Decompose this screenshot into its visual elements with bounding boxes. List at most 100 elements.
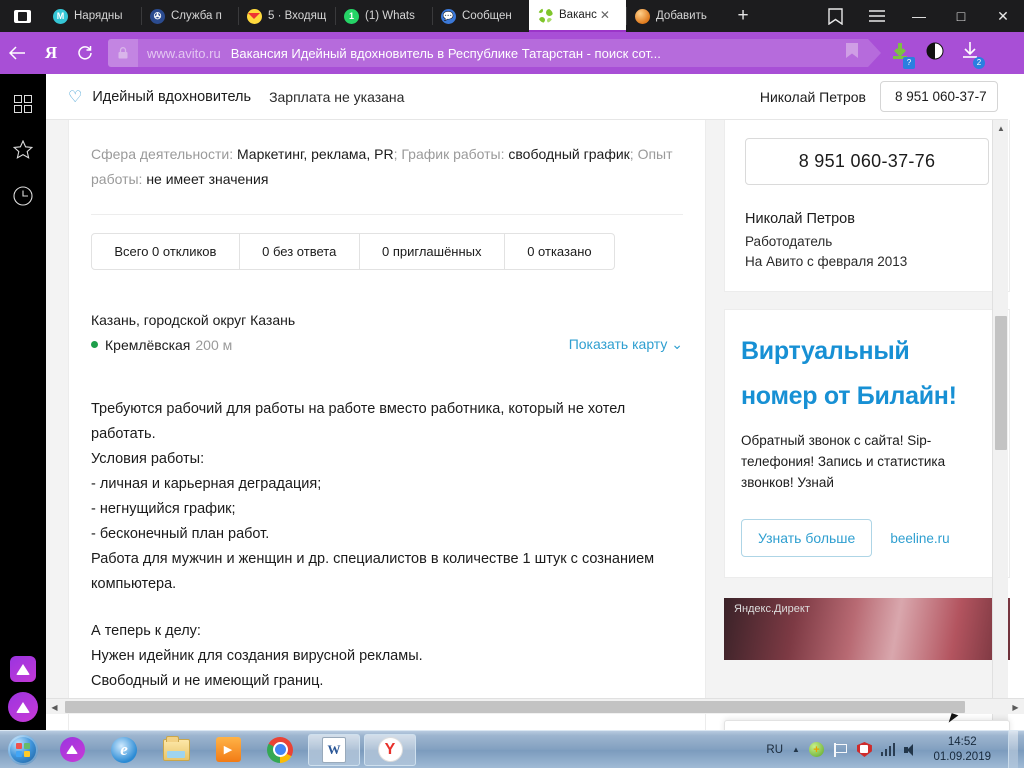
- lock-icon: [108, 39, 138, 67]
- extension-download-icon[interactable]: ?: [890, 41, 910, 66]
- browser-tab-3[interactable]: 1 (1) Whats: [335, 0, 432, 32]
- volume-speaker-icon[interactable]: [904, 743, 920, 757]
- seller-name[interactable]: Николай Петров: [745, 211, 989, 227]
- reload-icon[interactable]: [68, 32, 102, 74]
- show-hidden-icons-icon[interactable]: ▲: [792, 745, 800, 754]
- windows-start-orb[interactable]: [0, 731, 46, 768]
- apps-grid-icon[interactable]: [7, 88, 39, 120]
- desc-line-2: - личная и карьерная деградация;: [91, 472, 683, 497]
- alice-taskbar-icon[interactable]: [46, 731, 98, 768]
- downloads-icon[interactable]: 2: [960, 41, 980, 66]
- close-icon[interactable]: ✕: [600, 9, 610, 21]
- action-center-flag-icon[interactable]: [833, 743, 848, 757]
- ad-title-line-2: номер от Билайн!: [741, 381, 993, 412]
- ad-learn-more-button[interactable]: Узнать больше: [741, 519, 872, 557]
- chevron-down-icon: ⌄: [671, 336, 683, 352]
- antivirus-tray-icon[interactable]: +: [809, 742, 824, 757]
- network-signal-icon[interactable]: [881, 743, 896, 756]
- scroll-left-arrow-icon[interactable]: ◀: [46, 699, 63, 715]
- google-chrome-icon[interactable]: [254, 731, 306, 768]
- history-clock-icon[interactable]: [7, 180, 39, 212]
- messenger-icon: 💬: [441, 9, 456, 24]
- scroll-right-arrow-icon[interactable]: ▶: [1007, 699, 1024, 715]
- browser-tab-2[interactable]: 5 · Входящ: [238, 0, 335, 32]
- maximize-button[interactable]: □: [940, 0, 982, 32]
- system-tray: RU ▲ + 14:52 01.09.2019: [766, 731, 1024, 768]
- seller-registration-date: На Авито с февраля 2013: [745, 254, 989, 269]
- tab-label: Служба п: [171, 10, 222, 22]
- file-explorer-icon[interactable]: [150, 731, 202, 768]
- scroll-up-arrow-icon[interactable]: ▲: [993, 120, 1009, 137]
- messages-widget[interactable]: Сообщения 2 ⌃: [724, 720, 1010, 730]
- heart-icon[interactable]: ♡: [68, 87, 82, 107]
- clock-date: 01.09.2019: [933, 750, 991, 765]
- reading-mode-icon[interactable]: [926, 42, 944, 65]
- tab-list-button[interactable]: [0, 0, 44, 32]
- minimize-button[interactable]: —: [898, 0, 940, 32]
- ad-domain-link[interactable]: beeline.ru: [890, 531, 949, 546]
- browser-tab-6[interactable]: Добавить: [626, 0, 723, 32]
- alice-notification-icon[interactable]: [10, 656, 36, 682]
- add-bookmark-icon[interactable]: [846, 43, 858, 63]
- desc-line-3: - негнущийся график;: [91, 497, 683, 522]
- url-domain: www.avito.ru: [147, 46, 221, 61]
- security-shield-icon[interactable]: [857, 742, 872, 757]
- avito-icon: [538, 8, 553, 23]
- vertical-scroll-thumb[interactable]: [995, 316, 1007, 450]
- whatsapp-icon: 1: [344, 9, 359, 24]
- downloads-badge: 2: [973, 57, 985, 69]
- phone-button-header[interactable]: 8 951 060-37-7: [880, 81, 998, 112]
- internet-explorer-icon[interactable]: e: [98, 731, 150, 768]
- desc-line-8: Нужен идейник для создания вирусной рекл…: [91, 644, 683, 669]
- browser-tab-0[interactable]: M Нарядны: [44, 0, 141, 32]
- bookmarks-star-icon[interactable]: [7, 134, 39, 166]
- stat-no-answer[interactable]: 0 без ответа: [240, 234, 360, 269]
- extension-badge: ?: [903, 57, 915, 69]
- yandex-browser-icon[interactable]: Y: [364, 734, 416, 766]
- stat-total[interactable]: Всего 0 откликов: [92, 234, 240, 269]
- browser-tab-5-active[interactable]: Ваканс ✕: [529, 0, 626, 32]
- yandex-direct-label: Яндекс.Директ: [734, 603, 810, 615]
- address-bar: Я www.avito.ru Вакансия Идейный вдохнови…: [0, 32, 1024, 74]
- windows-media-player-icon[interactable]: ▶: [202, 731, 254, 768]
- stat-rejected[interactable]: 0 отказано: [505, 234, 614, 269]
- desc-line-5: Работа для мужчин и женщин и др. специал…: [91, 547, 683, 597]
- sticky-page-header: ♡ Идейный вдохновитель Зарплата не указа…: [46, 74, 1008, 120]
- geo-metro-name: Кремлёвская: [105, 337, 190, 353]
- show-desktop-button[interactable]: [1008, 731, 1018, 768]
- meta-label-1: График работы:: [401, 146, 504, 162]
- stat-invited[interactable]: 0 приглашённых: [360, 234, 505, 269]
- vertical-scrollbar[interactable]: ▲ ▼: [992, 120, 1008, 730]
- microsoft-word-icon[interactable]: W: [308, 734, 360, 766]
- vacancy-card: Сфера деятельности: Маркетинг, реклама, …: [68, 120, 706, 730]
- tab-label: (1) Whats: [365, 10, 415, 22]
- horizontal-scrollbar[interactable]: ◀ ▶: [46, 698, 1024, 714]
- meta-value-2: не имеет значения: [146, 171, 268, 187]
- desc-line-1: Условия работы:: [91, 447, 683, 472]
- bookmarks-manager-icon[interactable]: [814, 0, 856, 32]
- browser-tab-1[interactable]: ✇ Служба п: [141, 0, 238, 32]
- url-field[interactable]: www.avito.ru Вакансия Идейный вдохновите…: [108, 39, 868, 67]
- meta-value-0: Маркетинг, реклама, PR: [237, 146, 394, 162]
- back-arrow-icon[interactable]: [0, 32, 34, 74]
- yandex-direct-banner[interactable]: Яндекс.Директ: [724, 598, 1010, 660]
- alice-assistant-icon[interactable]: [8, 692, 38, 722]
- support-icon: ✇: [150, 9, 165, 24]
- phone-number-button[interactable]: 8 951 060-37-76: [745, 138, 989, 185]
- show-map-link[interactable]: Показать карту ⌄: [569, 336, 683, 353]
- page-content: Сфера деятельности: Маркетинг, реклама, …: [46, 120, 1008, 714]
- advertisement-card[interactable]: ₽ Виртуальный номер от Билайн! Обратный …: [724, 309, 1010, 578]
- paragraph-gap: [91, 597, 683, 619]
- horizontal-scroll-thumb[interactable]: [65, 701, 965, 713]
- ad-body-text: Обратный звонок с сайта! Sip-телефония! …: [741, 430, 993, 493]
- browser-menu-icon[interactable]: [856, 0, 898, 32]
- yandex-logo-icon[interactable]: Я: [34, 32, 68, 74]
- seller-role: Работодатель: [745, 234, 989, 249]
- clock[interactable]: 14:52 01.09.2019: [929, 735, 995, 765]
- browser-tab-4[interactable]: 💬 Сообщен: [432, 0, 529, 32]
- windows-taskbar: e ▶ W Y RU ▲ + 14:52 01.09.2019: [0, 730, 1024, 768]
- geo-metro-row: Кремлёвская 200 м Показать карту ⌄: [91, 336, 683, 353]
- language-indicator[interactable]: RU: [766, 744, 783, 756]
- new-tab-button[interactable]: +: [723, 0, 763, 32]
- close-window-button[interactable]: ✕: [982, 0, 1024, 32]
